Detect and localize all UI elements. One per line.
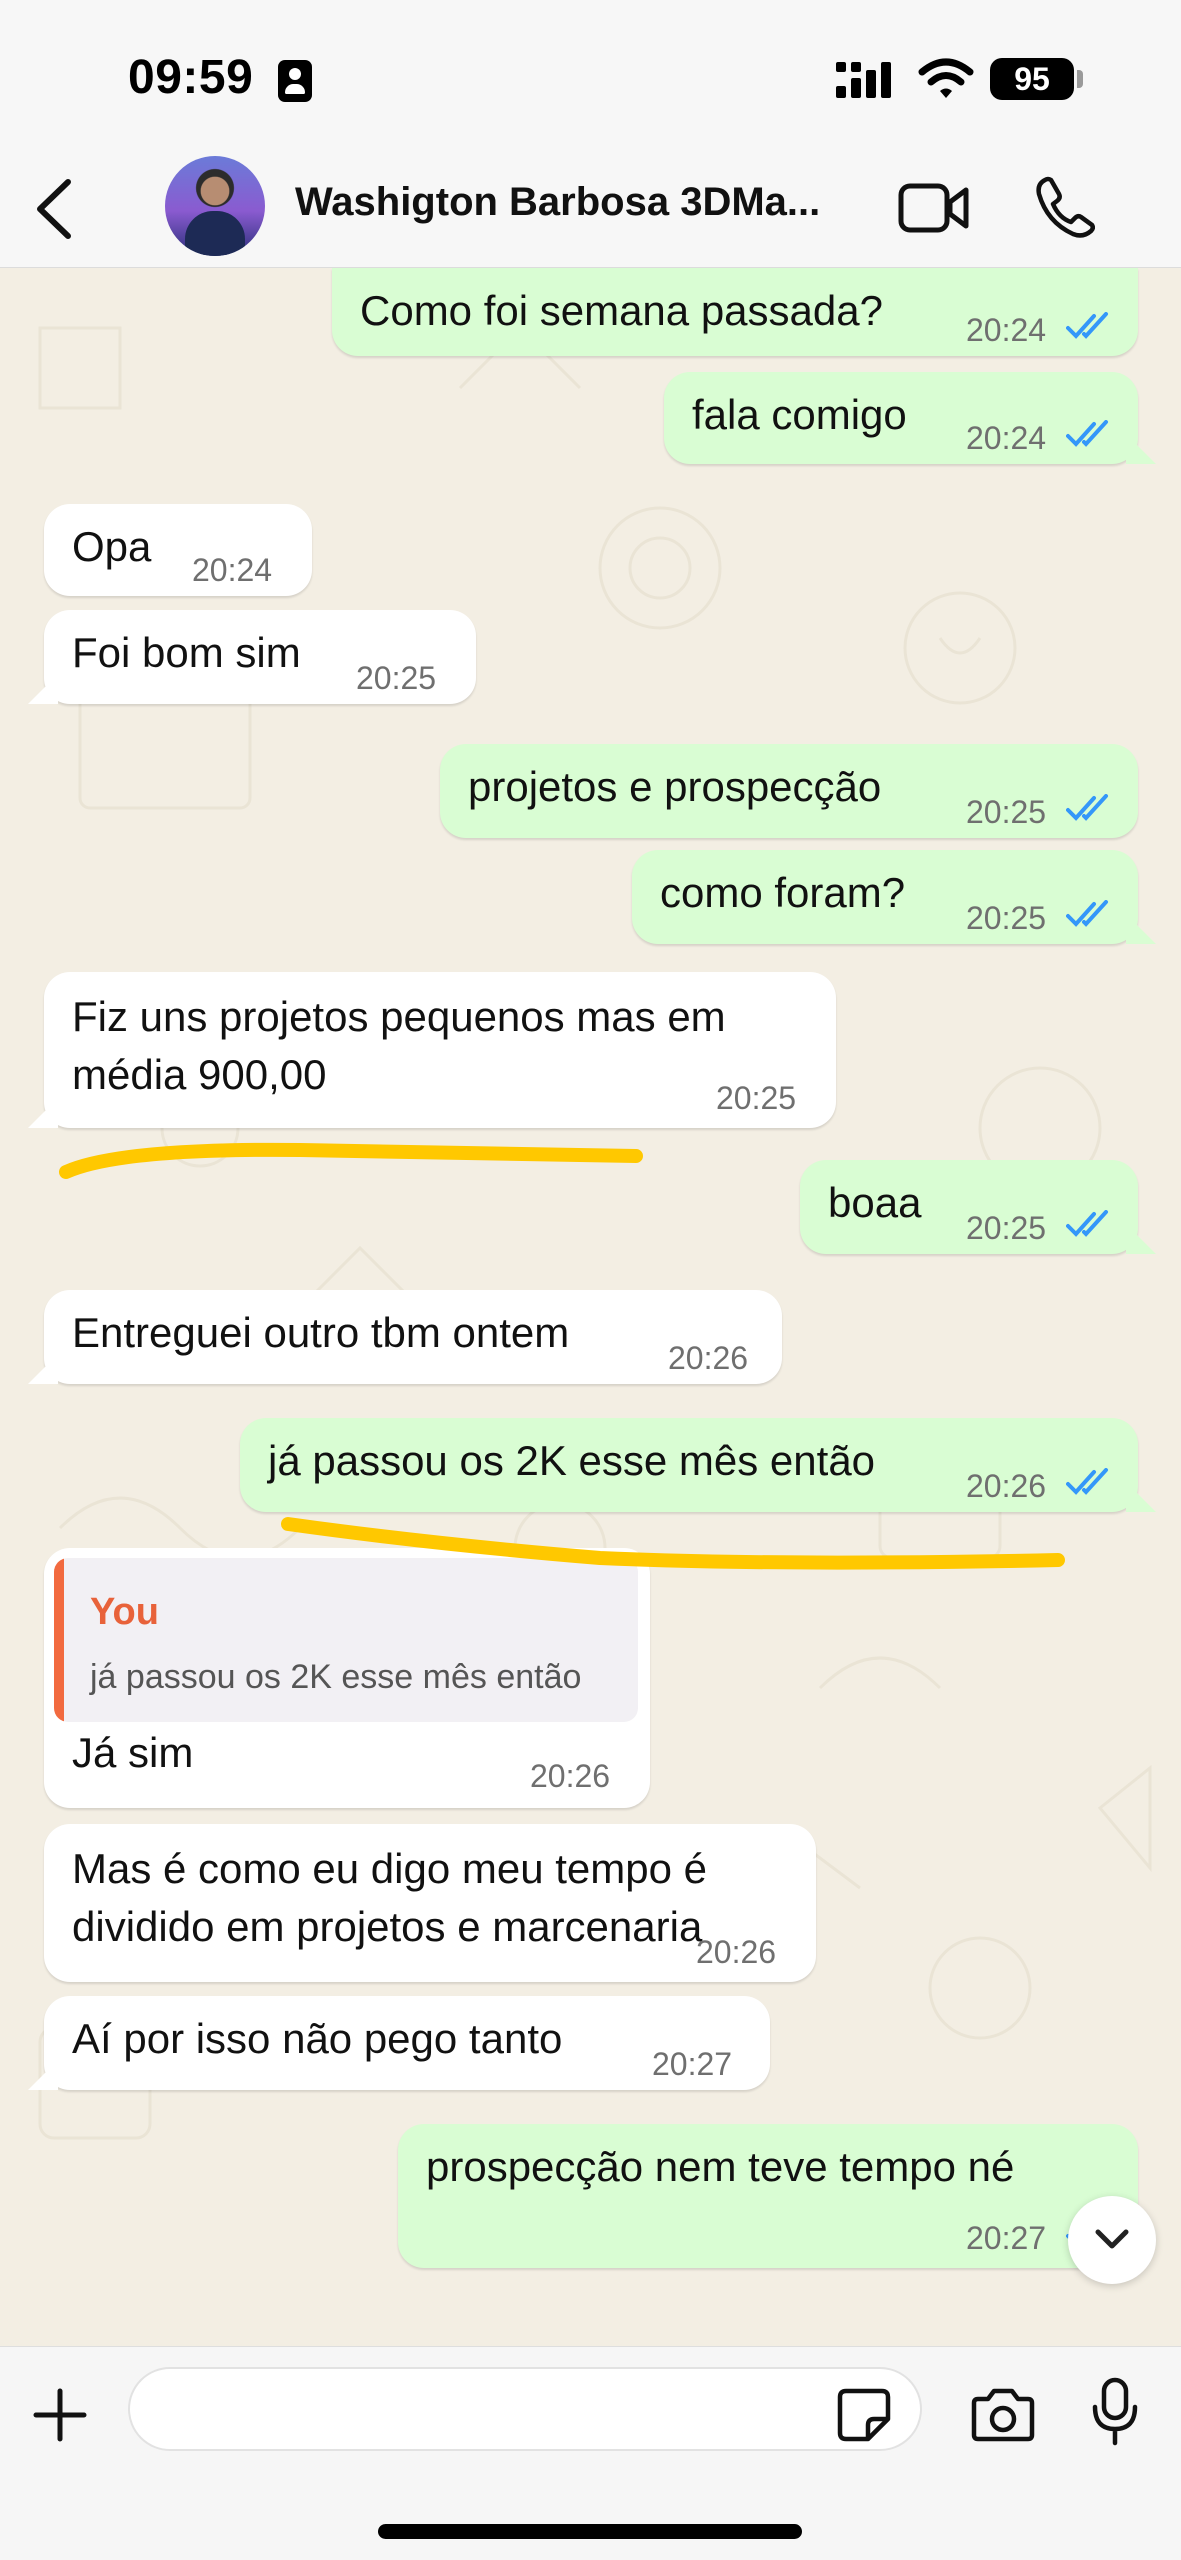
chat-header: Washigton Barbosa 3DMa... [0,150,1181,268]
contact-name[interactable]: Washigton Barbosa 3DMa... [295,180,875,225]
battery-icon [1077,70,1083,88]
microphone-icon[interactable] [1090,2377,1140,2447]
chevron-left-icon[interactable] [30,178,80,240]
phone-icon[interactable] [1035,176,1095,238]
highlight-marker-stroke [59,1142,1065,1570]
home-indicator[interactable] [378,2524,802,2539]
message-list[interactable]: Como foi semana passada? 20:24 fala comi… [0,268,1181,2346]
message-input[interactable] [128,2367,922,2451]
status-bar: 09:59 95 [0,0,1181,150]
wifi-icon [918,58,974,98]
video-camera-icon[interactable] [898,180,970,236]
avatar[interactable] [165,156,265,256]
cellular-signal-icon [836,62,891,98]
camera-icon[interactable] [970,2387,1036,2443]
status-time: 09:59 [128,51,254,104]
contact-card-icon [278,60,312,102]
battery-level: 95 [990,58,1074,100]
scroll-to-bottom-button[interactable] [1068,2196,1156,2284]
chevron-down-icon [1095,2229,1129,2249]
sticker-icon[interactable] [836,2387,892,2443]
plus-icon[interactable] [32,2387,88,2443]
